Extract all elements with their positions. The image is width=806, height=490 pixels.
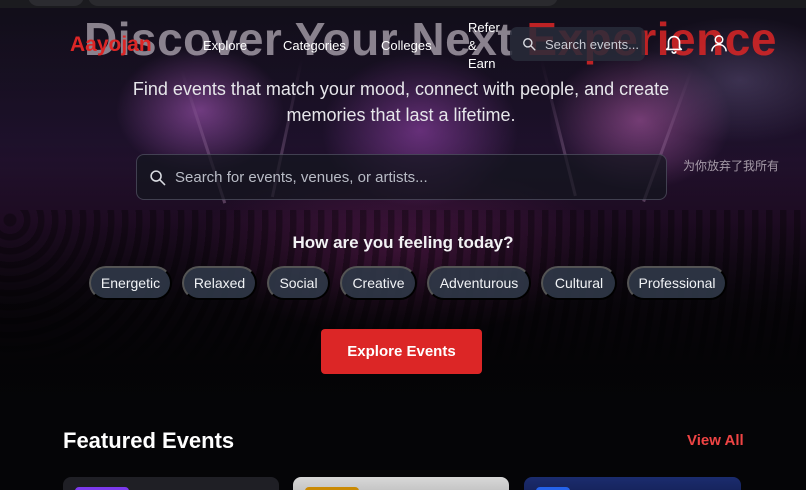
event-card[interactable]: [524, 477, 741, 490]
search-icon: [150, 169, 166, 185]
explore-events-button[interactable]: Explore Events: [321, 329, 482, 374]
notifications-button[interactable]: [662, 31, 686, 55]
top-navbar: Aayojan Explore Categories Colleges Refe…: [0, 0, 806, 73]
profile-button[interactable]: [708, 32, 730, 54]
hero-subtitle: Find events that match your mood, connec…: [132, 79, 670, 125]
mood-heading: How are you feeling today?: [292, 233, 514, 252]
mood-chip-creative[interactable]: Creative: [340, 266, 417, 300]
nav-link-explore[interactable]: Explore: [203, 38, 247, 53]
overlay-caption: 为你放弃了我所有: [683, 159, 780, 173]
search-icon: [523, 38, 536, 51]
nav-link-colleges[interactable]: Colleges: [381, 38, 432, 53]
event-card[interactable]: [63, 477, 279, 490]
mood-chip-adventurous[interactable]: Adventurous: [427, 266, 531, 300]
mood-chip-energetic[interactable]: Energetic: [89, 266, 172, 300]
event-card[interactable]: [293, 477, 509, 490]
bell-icon: [665, 35, 683, 54]
hero-search-box[interactable]: [136, 154, 667, 200]
nav-search-box[interactable]: [510, 27, 645, 61]
user-icon: [711, 35, 727, 52]
mood-chip-professional[interactable]: Professional: [627, 266, 727, 300]
mood-chip-social[interactable]: Social: [267, 266, 330, 300]
view-all-link[interactable]: View All: [687, 432, 744, 449]
mood-chip-cultural[interactable]: Cultural: [541, 266, 617, 300]
hero-search-input[interactable]: [175, 168, 655, 186]
mood-chip-relaxed[interactable]: Relaxed: [182, 266, 257, 300]
featured-events-title: Featured Events: [63, 428, 235, 453]
brand-logo[interactable]: Aayojan: [70, 33, 152, 57]
nav-link-refer-earn[interactable]: Refer & Earn: [468, 19, 502, 73]
mood-chip-list: Energetic Relaxed Social Creative Advent…: [89, 266, 727, 300]
nav-link-categories[interactable]: Categories: [283, 38, 346, 53]
nav-search-input[interactable]: [545, 36, 640, 52]
